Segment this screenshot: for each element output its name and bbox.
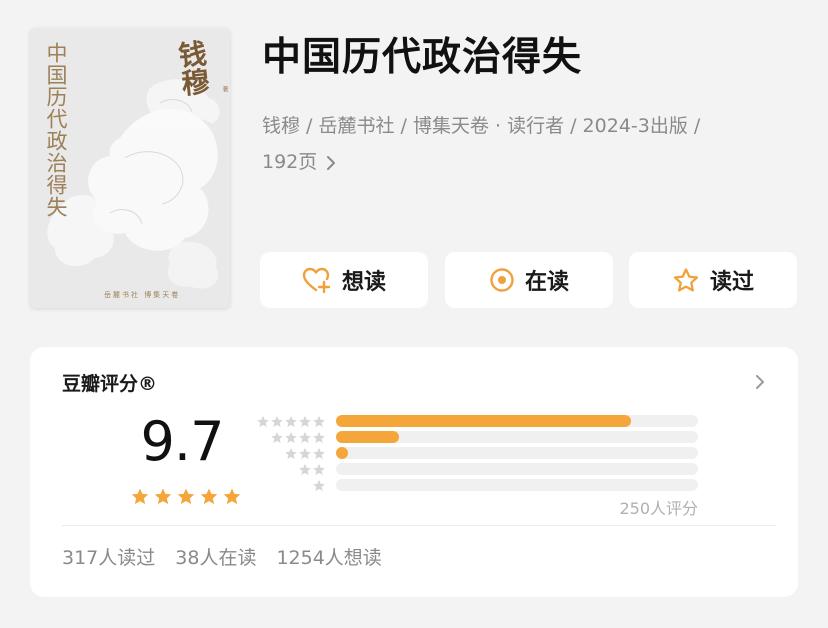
score-star-icon — [223, 488, 241, 505]
rating-count[interactable]: 250人评分 — [619, 495, 698, 519]
want-count[interactable]: 1254人想读 — [276, 543, 381, 570]
distribution-stars — [256, 463, 326, 477]
cover-publisher: 岳麓书社 博集天卷 — [104, 291, 181, 299]
distribution-stars — [256, 479, 326, 493]
chevron-right-icon — [327, 155, 336, 170]
book-meta-line-1: 钱穆 / 岳麓书社 / 博集天卷 · 读行者 / 2024-3出版 / — [262, 115, 701, 137]
chevron-right-icon[interactable] — [754, 373, 766, 391]
distribution-bar-track — [336, 431, 698, 443]
score-star-icon — [154, 488, 172, 505]
distribution-row-1-star — [256, 479, 698, 492]
target-circle-icon — [490, 268, 514, 292]
small-star-icon — [257, 416, 269, 427]
divider — [62, 525, 776, 526]
reader-stats: 317人读过 38人在读 1254人想读 — [62, 543, 382, 570]
small-star-icon — [271, 416, 283, 427]
distribution-bar-track — [336, 447, 698, 459]
small-star-icon — [313, 416, 325, 427]
score-star-icon — [177, 488, 195, 505]
distribution-bar-fill — [336, 447, 348, 459]
star-outline-icon — [673, 267, 699, 292]
score-star-icon — [131, 488, 149, 505]
distribution-stars — [256, 447, 326, 461]
score-stars — [130, 487, 242, 507]
distribution-bar-track — [336, 415, 698, 427]
distribution-row-3-star — [256, 447, 698, 460]
cover-author-note: 著 — [221, 86, 228, 92]
read-count[interactable]: 317人读过 — [62, 543, 155, 570]
rating-card[interactable]: 豆瓣评分® 9.7 250人评分 317人读过 38人在读 1254人想读 — [30, 347, 798, 597]
want-to-read-label: 想读 — [341, 270, 386, 295]
distribution-row-5-star — [256, 415, 698, 428]
reading-label: 在读 — [524, 270, 569, 295]
distribution-row-2-star — [256, 463, 698, 476]
small-star-icon — [271, 432, 283, 443]
distribution-bar-fill — [336, 415, 632, 427]
want-to-read-button[interactable]: 想读 — [260, 252, 428, 308]
small-star-icon — [285, 416, 297, 427]
small-star-icon — [285, 432, 297, 443]
reading-button[interactable]: 在读 — [445, 252, 613, 308]
small-star-icon — [313, 464, 325, 475]
cover-title: 中国历代政治得失 — [44, 42, 68, 218]
rating-score: 9.7 — [140, 410, 225, 473]
reading-count[interactable]: 38人在读 — [175, 543, 256, 570]
page-count: 192页 — [262, 151, 318, 173]
small-star-icon — [313, 448, 325, 459]
heart-plus-icon — [302, 267, 331, 294]
distribution-stars — [256, 431, 326, 445]
have-read-button[interactable]: 读过 — [629, 252, 797, 308]
book-meta[interactable]: 钱穆 / 岳麓书社 / 博集天卷 · 读行者 / 2024-3出版 / 192页 — [262, 108, 810, 180]
distribution-bar-track — [336, 479, 698, 491]
score-star-icon — [200, 488, 218, 505]
distribution-row-4-star — [256, 431, 698, 444]
small-star-icon — [299, 432, 311, 443]
small-star-icon — [313, 432, 325, 443]
small-star-icon — [285, 448, 297, 459]
have-read-label: 读过 — [709, 270, 754, 295]
rating-label: 豆瓣评分® — [62, 373, 158, 395]
book-title: 中国历代政治得失 — [262, 35, 583, 80]
small-star-icon — [299, 448, 311, 459]
cover-author: 钱穆 — [173, 38, 212, 98]
book-meta-line-2: 192页 — [262, 144, 810, 180]
small-star-icon — [299, 416, 311, 427]
distribution-stars — [256, 415, 326, 429]
small-star-icon — [313, 480, 325, 491]
book-cover[interactable]: 中国历代政治得失 钱穆 著 岳麓书社 博集天卷 — [30, 28, 230, 308]
distribution-bar-track — [336, 463, 698, 475]
small-star-icon — [299, 464, 311, 475]
distribution-bar-fill — [336, 431, 400, 443]
